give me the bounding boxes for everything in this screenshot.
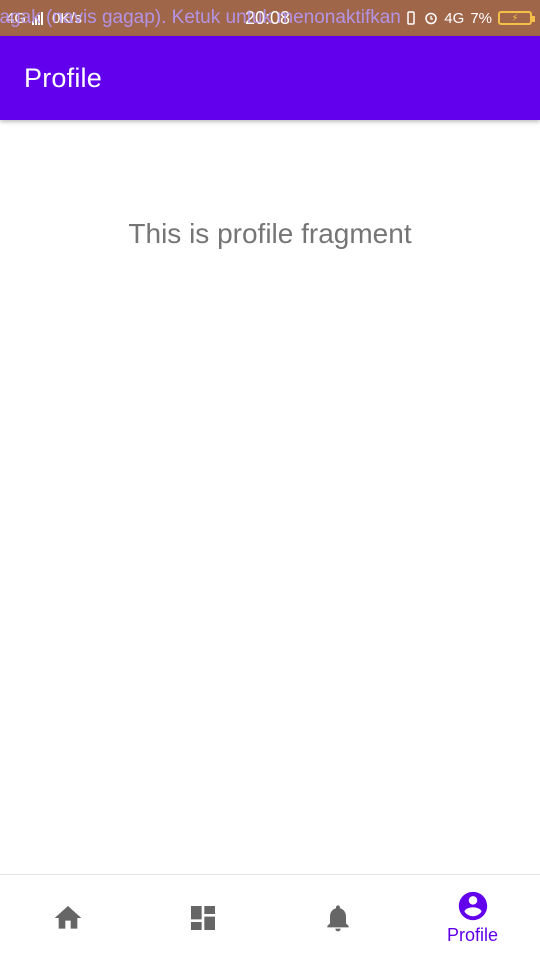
page-title: Profile (24, 63, 102, 93)
network-type-left: 4G (6, 9, 27, 27)
alarm-icon (425, 12, 438, 25)
status-left: 4G 0K/s (6, 0, 82, 36)
nav-item-notifications[interactable] (270, 875, 405, 960)
status-bar: 4G 0K/s 20:08 4G 7% ⚡ xagak (navis gagap… (0, 0, 540, 36)
signal-icon (32, 12, 44, 25)
nav-item-home[interactable] (0, 875, 135, 960)
home-icon (54, 905, 81, 929)
dashboard-icon (190, 905, 215, 930)
bottom-navigation: Profile (0, 874, 540, 960)
vibrate-icon (407, 11, 416, 25)
screen: 4G 0K/s 20:08 4G 7% ⚡ xagak (navis gagap… (0, 0, 540, 960)
battery-icon: ⚡ (498, 11, 535, 25)
nav-label-profile: Profile (446, 925, 499, 945)
battery-percent: 7% (470, 9, 492, 27)
account-circle-icon (458, 891, 487, 921)
status-clock: 20:08 (245, 8, 291, 28)
network-type-right: 4G (444, 9, 465, 27)
fragment-message: This is profile fragment (128, 218, 412, 249)
nav-item-profile[interactable]: Profile (405, 875, 540, 960)
status-right: 4G 7% ⚡ (404, 0, 535, 36)
nav-item-dashboard[interactable] (135, 875, 270, 960)
fragment-container: This is profile fragment (0, 120, 540, 874)
app-bar: Profile (0, 36, 540, 120)
data-speed: 0K/s (52, 9, 83, 27)
notifications-icon (326, 904, 349, 931)
